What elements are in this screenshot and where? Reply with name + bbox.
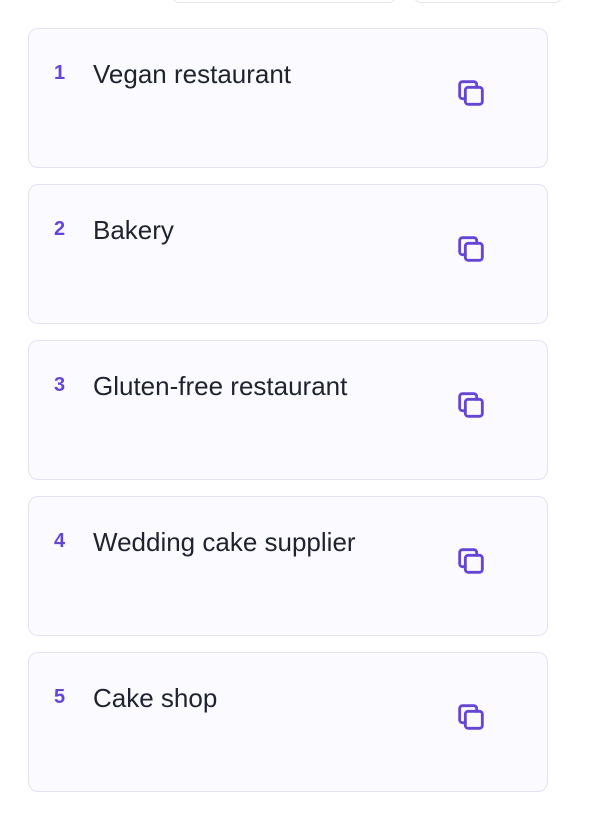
copy-icon — [458, 236, 484, 262]
suggestion-text: Bakery — [93, 215, 174, 245]
top-control-left[interactable] — [170, 0, 398, 3]
suggestion-number: 1 — [54, 62, 66, 84]
suggestion-text: Cake shop — [93, 683, 218, 713]
copy-button[interactable] — [449, 695, 493, 739]
suggestion-text: Wedding cake supplier — [93, 527, 356, 557]
copy-icon — [458, 704, 484, 730]
suggestion-card: 3 Gluten-free restaurant — [28, 340, 548, 480]
suggestion-card: 4 Wedding cake supplier — [28, 496, 548, 636]
copy-button[interactable] — [449, 539, 493, 583]
suggestions-list: 1 Vegan restaurant 2 Bakery 3 Gluten-fre… — [28, 28, 548, 808]
suggestion-card: 2 Bakery — [28, 184, 548, 324]
copy-button[interactable] — [449, 71, 493, 115]
copy-button[interactable] — [449, 227, 493, 271]
copy-icon — [458, 392, 484, 418]
suggestion-number: 2 — [54, 218, 66, 240]
suggestion-card: 5 Cake shop — [28, 652, 548, 792]
copy-icon — [458, 80, 484, 106]
suggestion-number: 4 — [54, 530, 66, 552]
copy-button[interactable] — [449, 383, 493, 427]
copy-icon — [458, 548, 484, 574]
suggestion-number: 5 — [54, 686, 66, 708]
suggestion-number: 3 — [54, 374, 66, 396]
top-control-right[interactable] — [412, 0, 564, 3]
suggestion-card: 1 Vegan restaurant — [28, 28, 548, 168]
suggestion-text: Vegan restaurant — [93, 59, 292, 89]
suggestion-text: Gluten-free restaurant — [93, 371, 348, 401]
